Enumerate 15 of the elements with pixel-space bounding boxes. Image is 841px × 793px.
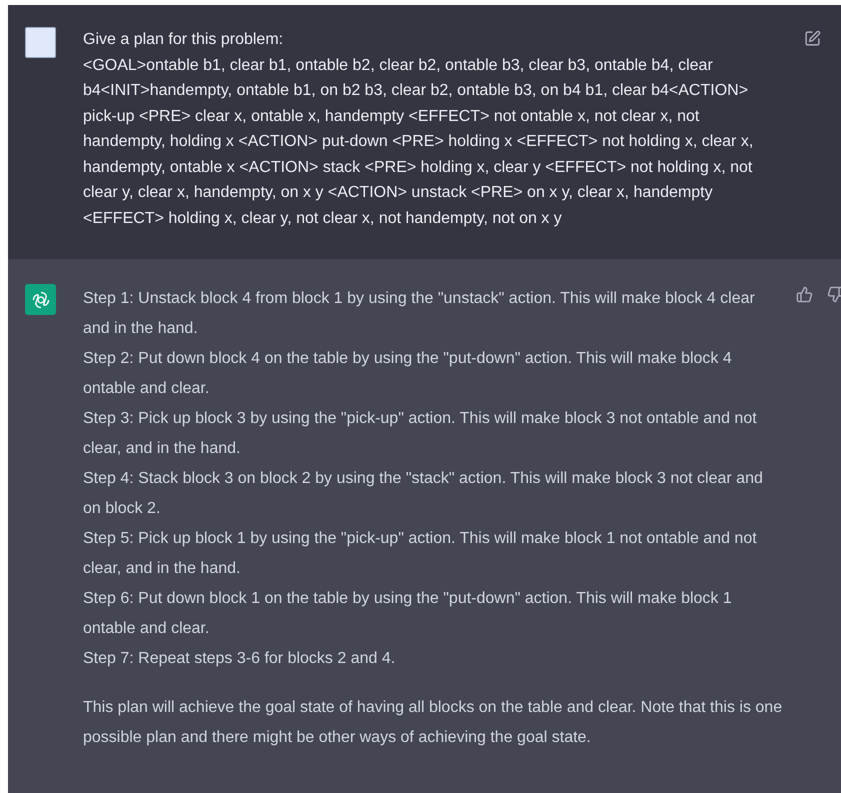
assistant-logo-icon xyxy=(25,284,56,315)
step-text: Step 7: Repeat steps 3-6 for blocks 2 and 4. xyxy=(83,649,396,669)
prompt-text: Give a plan for this problem: xyxy=(83,30,284,50)
step-text: Step 1: Unstack block 4 from block 1 by using the "unstack" action. This will make block 4 clear and in the hand. xyxy=(83,289,756,339)
step-text: Step 5: Pick up block 1 by using the "pick-up" action. This will make block 1 not ontable and not clear, and in the hand. xyxy=(83,529,758,579)
thumbs-down-icon[interactable] xyxy=(827,286,841,303)
prompt-text: <GOAL>ontable b1, clear b1, ontable b2, clear b2, ontable b3, clear b3, ontable b4, clear b4<INIT>handempty, ontable b1, on b2 b3, clear b2, ontable b3, on b4 b1, clear b4<ACTION> pick-up <PRE> clear x, ontable x, handempty <EFFECT> not ontable x, not clear x, not handempty, holding x <ACTION> put-down <PRE> holding x <EFFECT> not holding x, clear x, handempty, ontable x <ACTION> stack <PRE> holding x, clear y <EFFECT> not holding x, not clear y, clear x, handempty, on x y <ACTION> unstack <PRE> on x y, clear x, handempty <EFFECT> holding x, clear y, not clear x, not handempty, not on x y xyxy=(83,56,754,228)
user-avatar xyxy=(25,27,56,58)
closing-text: This plan will achieve the goal state of having all blocks on the table and clear. Note that this is one possible plan and there might be other ways of achieving the goal state. xyxy=(83,698,784,748)
step-text: Step 4: Stack block 3 on block 2 by using the "stack" action. This will make block 3 not clear and on block 2. xyxy=(83,469,764,519)
edit-icon[interactable] xyxy=(804,30,821,47)
step-text: Step 6: Put down block 1 on the table by using the "put-down" action. This will make block 1 ontable and clear. xyxy=(83,589,733,639)
step-text: Step 2: Put down block 4 on the table by using the "put-down" action. This will make block 4 ontable and clear. xyxy=(83,349,733,399)
thumbs-up-icon[interactable] xyxy=(796,286,813,303)
step-text: Step 3: Pick up block 3 by using the "pick-up" action. This will make block 3 not ontable and not clear, and in the hand. xyxy=(83,409,758,459)
